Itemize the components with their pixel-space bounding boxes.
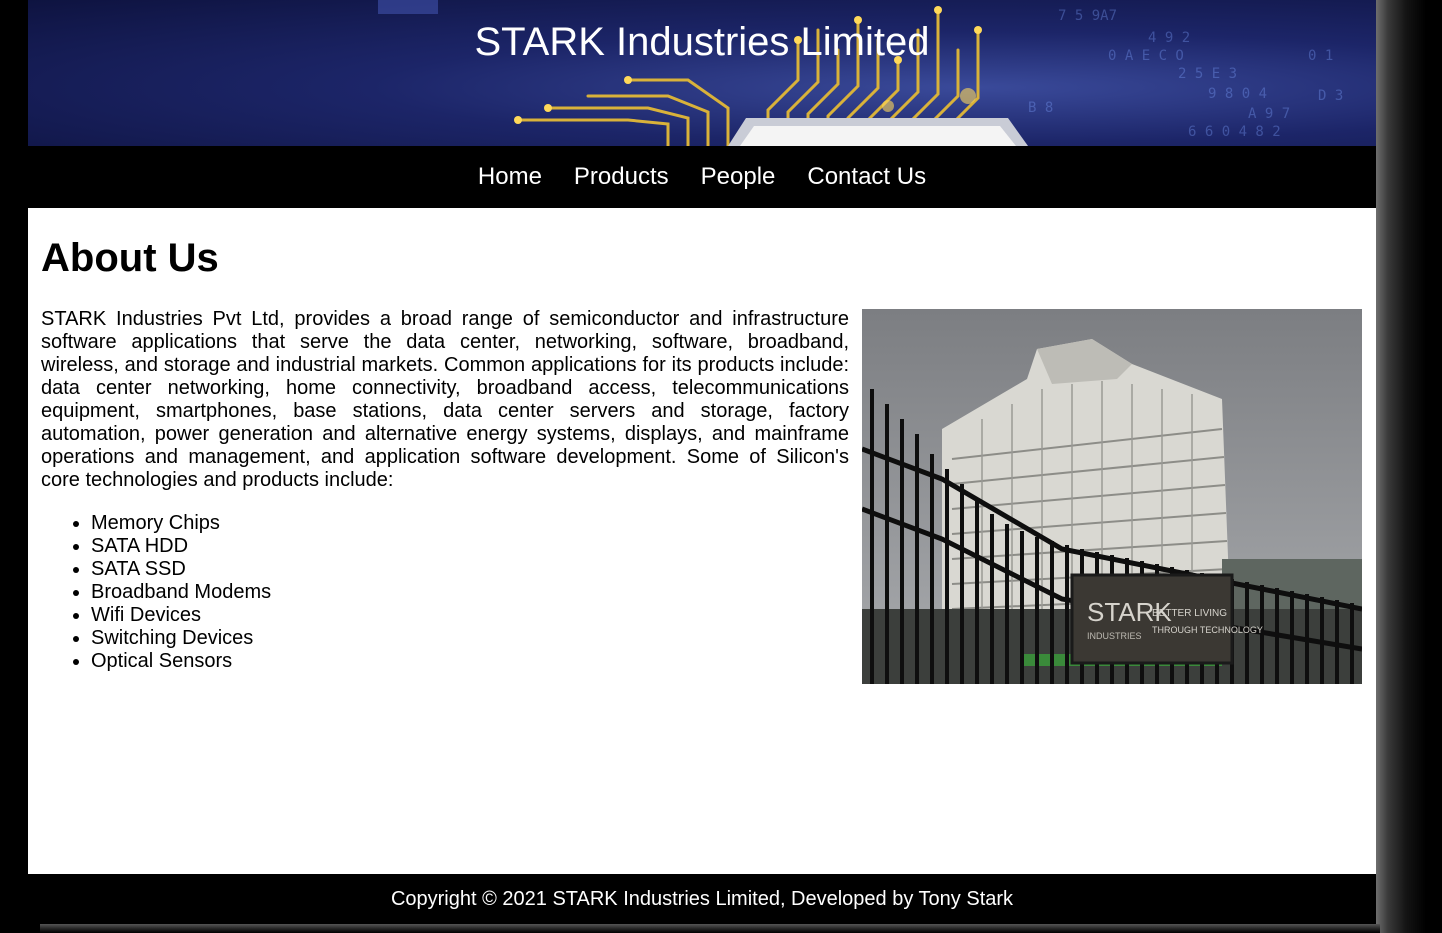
main-content: About Us STARK Industries Pvt Ltd, provi… bbox=[28, 208, 1376, 874]
nav-contact-link[interactable]: Contact Us bbox=[807, 163, 926, 191]
list-item: Optical Sensors bbox=[91, 650, 849, 673]
headquarters-photo: STARK INDUSTRIES BETTER LIVING THROUGH T… bbox=[862, 309, 1362, 684]
list-item: SATA HDD bbox=[91, 535, 849, 558]
svg-text:D 3: D 3 bbox=[1318, 88, 1343, 104]
nav-products-link[interactable]: Products bbox=[574, 163, 669, 191]
sign-tagline-2: THROUGH TECHNOLOGY bbox=[1152, 625, 1263, 635]
main-navigation: Home Products People Contact Us bbox=[28, 146, 1376, 208]
svg-text:2 5 E 3: 2 5 E 3 bbox=[1178, 66, 1237, 82]
list-item: SATA SSD bbox=[91, 558, 849, 581]
footer: Copyright © 2021 STARK Industries Limite… bbox=[28, 874, 1376, 924]
intro-paragraph: STARK Industries Pvt Ltd, provides a bro… bbox=[41, 308, 849, 491]
page-shadow-right bbox=[1376, 0, 1442, 933]
sign-subtitle: INDUSTRIES bbox=[1087, 631, 1142, 641]
copyright-text: Copyright © 2021 STARK Industries Limite… bbox=[390, 887, 1014, 910]
sign-tagline-1: BETTER LIVING bbox=[1152, 608, 1227, 619]
list-item: Broadband Modems bbox=[91, 581, 849, 604]
about-text: STARK Industries Pvt Ltd, provides a bro… bbox=[41, 308, 849, 673]
product-list: Memory Chips SATA HDD SATA SSD Broadband… bbox=[41, 512, 849, 673]
list-item: Switching Devices bbox=[91, 627, 849, 650]
svg-text:9 8 0 4: 9 8 0 4 bbox=[1208, 86, 1267, 102]
page-heading: About Us bbox=[41, 236, 219, 280]
nav-people-link[interactable]: People bbox=[701, 163, 776, 191]
svg-text:B 8: B 8 bbox=[1028, 100, 1053, 116]
svg-text:A 9 7: A 9 7 bbox=[1248, 106, 1290, 122]
list-item: Memory Chips bbox=[91, 512, 849, 535]
page-container: 7 5 9A7 4 9 2 0 A E C O 2 5 E 3 9 8 0 4 … bbox=[28, 0, 1376, 924]
page-shadow-bottom bbox=[40, 924, 1380, 933]
list-item: Wifi Devices bbox=[91, 604, 849, 627]
nav-home-link[interactable]: Home bbox=[478, 163, 542, 191]
svg-text:6 6 0 4 8 2: 6 6 0 4 8 2 bbox=[1188, 124, 1281, 140]
header-banner: 7 5 9A7 4 9 2 0 A E C O 2 5 E 3 9 8 0 4 … bbox=[28, 0, 1376, 146]
site-title: STARK Industries Limited bbox=[474, 20, 930, 64]
